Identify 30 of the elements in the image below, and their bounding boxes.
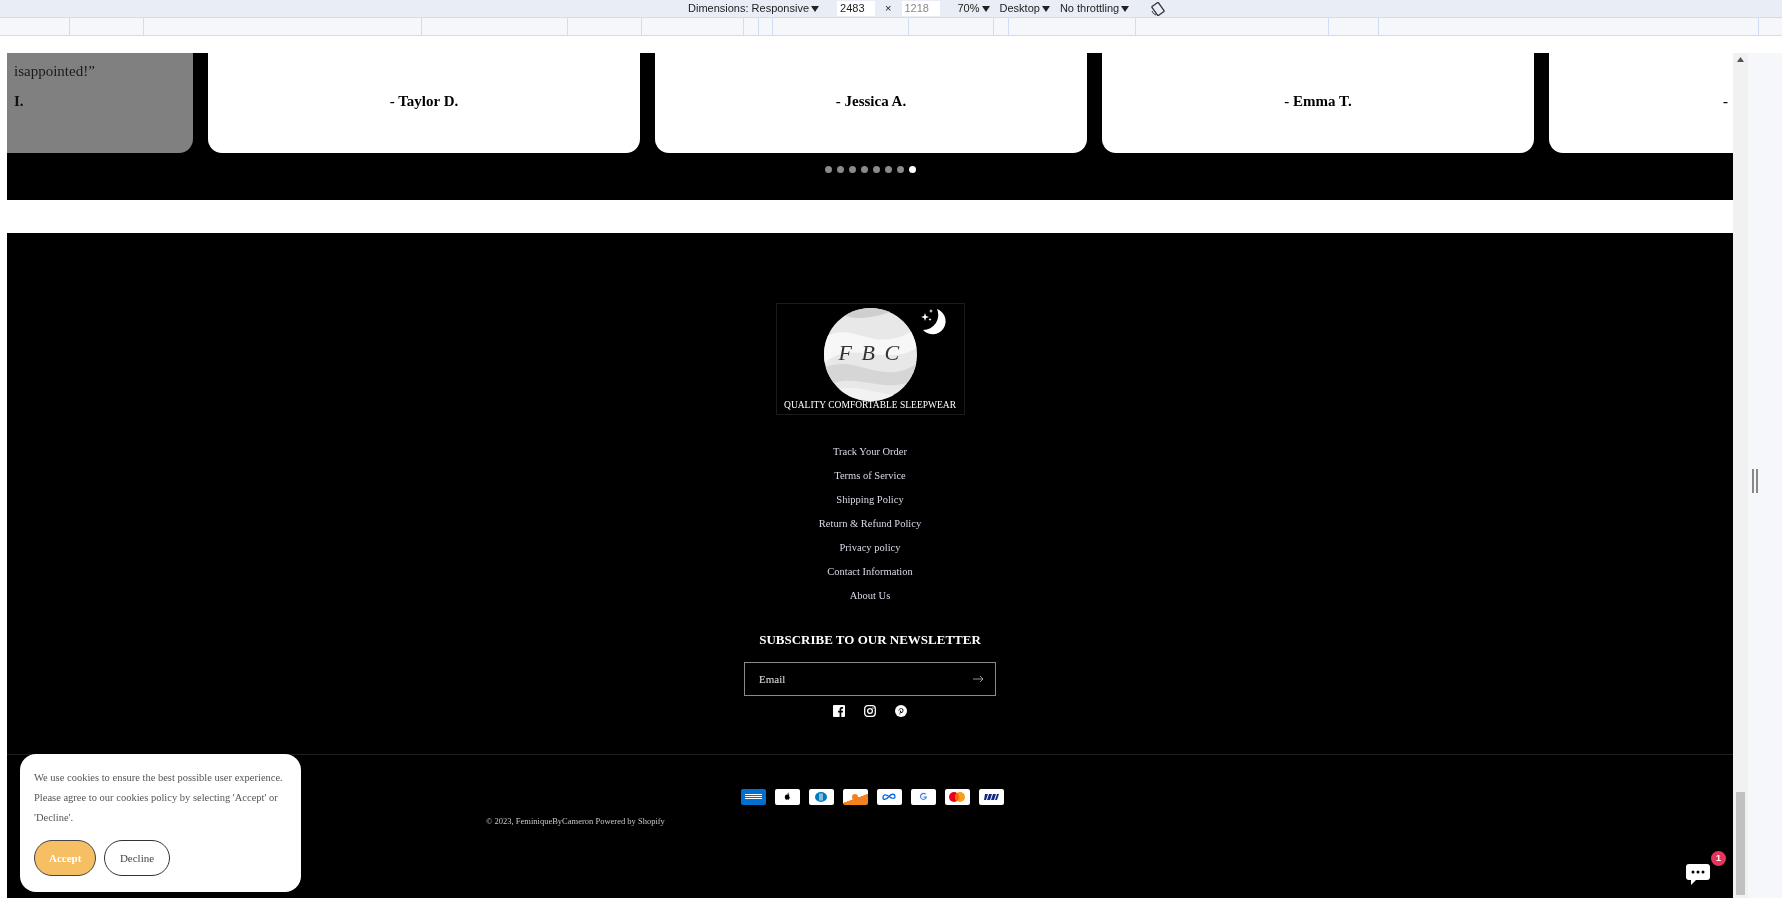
logo-tagline: QUALITY COMFORTABLE SLEEPWEAR xyxy=(783,398,957,412)
zoom-dropdown[interactable]: 70% xyxy=(957,0,990,17)
footer-link[interactable]: Contact Information xyxy=(827,563,913,580)
reviewer-name: - Emma T. xyxy=(1284,92,1352,110)
reviewer-name: - xyxy=(1723,92,1729,110)
height-field[interactable]: 1218 xyxy=(901,1,940,16)
reviewer-name: I. xyxy=(14,92,25,110)
logo-monogram: F B C xyxy=(838,339,902,367)
throttling-dropdown[interactable]: No throttling xyxy=(1059,0,1130,17)
footer-link[interactable]: Terms of Service xyxy=(834,467,906,484)
reviewer-name: - Taylor D. xyxy=(389,92,459,110)
newsletter-heading: SUBSCRIBE TO OUR NEWSLETTER xyxy=(759,631,981,649)
footer-link[interactable]: About Us xyxy=(849,587,891,604)
dimensions-dropdown[interactable]: Dimensions: Responsive xyxy=(688,0,820,17)
store-logo[interactable]: F B C QUALITY COMFORTABLE SLEEPWEAR xyxy=(775,303,965,415)
times-sign: × xyxy=(885,1,892,17)
footer-link[interactable]: Privacy policy xyxy=(839,539,901,556)
footer-link[interactable]: Shipping Policy xyxy=(836,491,904,508)
decline-button[interactable]: Decline xyxy=(104,840,170,876)
footer-link[interactable]: Return & Refund Policy xyxy=(818,515,922,532)
footer-link[interactable]: Track Your Order xyxy=(833,443,907,460)
testimonial-quote: isappointed!” xyxy=(14,62,96,80)
width-field[interactable]: 2483 xyxy=(837,1,876,16)
reviewer-name: - Jessica A. xyxy=(835,92,907,110)
email-field[interactable]: Email xyxy=(744,661,996,696)
powered-by-link[interactable]: Powered by Shopify xyxy=(595,815,665,826)
cookie-message: We use cookies to ensure the best possible user experience. Please agree to our cookies policy by selecting 'Accept' or 'Decline'. xyxy=(34,771,284,825)
copyright-text: © 2023, FeminiqueByCameron Powered by Shopify xyxy=(486,814,665,828)
device-dropdown[interactable]: Desktop xyxy=(999,0,1050,17)
store-link[interactable]: FeminiqueByCameron xyxy=(515,815,594,826)
